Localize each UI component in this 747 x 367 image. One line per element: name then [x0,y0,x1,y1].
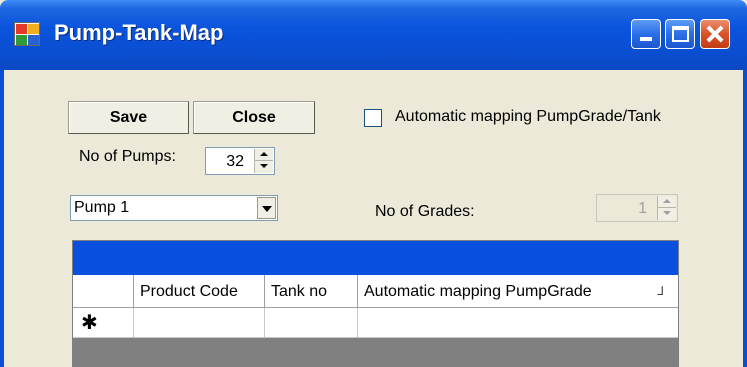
no-of-grades-label: No of Grades: [375,203,475,220]
pumps-down-arrow-icon[interactable] [255,161,273,173]
row-header-new[interactable]: ✱ [73,308,134,338]
save-button[interactable]: Save [68,101,189,134]
column-header-product-code[interactable]: Product Code [134,275,265,308]
close-window-button[interactable] [700,19,730,49]
no-of-pumps-value[interactable]: 32 [226,153,244,171]
column-header-tank-no[interactable]: Tank no [265,275,358,308]
minimize-icon [640,37,652,41]
no-of-grades-stepper: 1 [596,194,678,222]
no-of-grades-value: 1 [638,200,647,217]
minimize-button[interactable] [631,19,661,49]
cell-auto-mapping[interactable] [358,308,678,338]
no-of-pumps-label: No of Pumps: [79,148,176,165]
close-icon [701,20,729,48]
pumps-up-arrow-icon[interactable] [255,149,273,161]
window-border-left [0,70,4,367]
column-header-auto-mapping-label: Automatic mapping PumpGrade [364,283,592,300]
app-icon[interactable] [14,22,40,46]
cell-product-code[interactable] [134,308,265,338]
pump-select[interactable]: Pump 1 [70,195,278,221]
table-row-new[interactable]: ✱ [73,308,678,338]
column-header-auto-mapping[interactable]: Automatic mapping PumpGrade ⅃ [358,275,678,308]
new-row-asterisk-icon: ✱ [81,312,98,334]
grades-up-arrow-icon [658,196,676,208]
pump-select-value[interactable]: Pump 1 [74,199,129,217]
maximize-icon [672,26,689,42]
maximize-button[interactable] [665,19,695,49]
title-bar[interactable]: Pump-Tank-Map [0,0,747,70]
dropdown-arrow-icon[interactable] [257,197,276,219]
grid-caption-bar [73,241,678,275]
window-border-right [743,70,747,367]
no-of-pumps-stepper[interactable]: 32 [205,147,275,175]
row-header-corner[interactable] [73,275,134,308]
window-title: Pump-Tank-Map [54,20,224,45]
pump-tank-map-window: Pump-Tank-Map Save Close Automatic mappi… [0,0,747,367]
close-button[interactable]: Close [193,101,315,134]
sort-icon: ⅃ [657,284,664,298]
auto-mapping-checkbox[interactable] [364,109,382,127]
grid-header-row: Product Code Tank no Automatic mapping P… [73,275,678,308]
pump-grade-grid[interactable]: Product Code Tank no Automatic mapping P… [72,240,679,367]
auto-mapping-label[interactable]: Automatic mapping PumpGrade/Tank [395,108,661,126]
grades-down-arrow-icon [658,208,676,220]
cell-tank-no[interactable] [265,308,358,338]
